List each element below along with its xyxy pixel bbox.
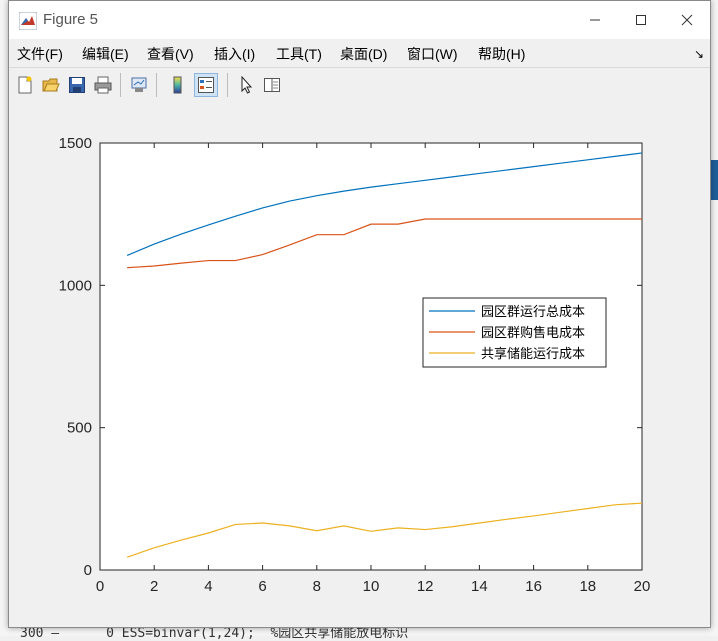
maximize-button[interactable] <box>618 1 664 39</box>
menu-desktop[interactable]: 桌面(D) <box>340 44 387 64</box>
save-icon <box>69 77 85 93</box>
menu-insert[interactable]: 插入(I) <box>214 44 255 64</box>
menu-tools[interactable]: 工具(T) <box>276 44 322 64</box>
new-figure-button[interactable] <box>13 73 37 97</box>
print-icon <box>94 76 112 94</box>
property-editor-icon <box>264 78 280 92</box>
y-tick-label: 1500 <box>59 135 92 152</box>
background-editor-strip <box>711 160 718 200</box>
y-tick-label: 500 <box>67 420 92 437</box>
toolbar-separator <box>227 73 228 97</box>
pointer-button[interactable] <box>234 73 258 97</box>
link-axes-icon <box>131 77 147 92</box>
save-button[interactable] <box>65 73 89 97</box>
x-tick-label: 10 <box>363 578 380 595</box>
x-tick-label: 14 <box>471 578 488 595</box>
legend-icon <box>198 77 214 93</box>
pointer-icon <box>241 76 253 94</box>
new-figure-icon <box>18 76 32 94</box>
x-tick-label: 12 <box>417 578 434 595</box>
menu-edit[interactable]: 编辑(E) <box>82 44 129 64</box>
close-icon <box>681 14 693 26</box>
toolbar-separator <box>156 73 157 97</box>
matlab-logo-icon <box>19 12 37 30</box>
y-tick-label: 0 <box>84 562 92 579</box>
toolbar <box>9 67 710 103</box>
figure-window: Figure 5 文件(F) 编辑(E) 查看(V) 插入(I) 工具(T) 桌… <box>8 0 711 628</box>
menu-view[interactable]: 查看(V) <box>147 44 194 64</box>
menu-help[interactable]: 帮助(H) <box>478 44 525 64</box>
legend-label: 园区群购售电成本 <box>481 325 585 341</box>
menu-bar: 文件(F) 编辑(E) 查看(V) 插入(I) 工具(T) 桌面(D) 窗口(W… <box>9 39 710 67</box>
dock-arrow-icon[interactable]: ↘ <box>694 47 704 61</box>
menu-file[interactable]: 文件(F) <box>17 44 63 64</box>
colorbar-button[interactable] <box>165 73 189 97</box>
menu-window[interactable]: 窗口(W) <box>407 44 458 64</box>
toolbar-separator <box>120 73 121 97</box>
x-tick-label: 20 <box>634 578 651 595</box>
x-tick-label: 18 <box>579 578 596 595</box>
close-button[interactable] <box>664 1 710 39</box>
x-tick-label: 8 <box>313 578 321 595</box>
maximize-icon <box>636 15 646 25</box>
open-file-icon <box>42 78 60 92</box>
colorbar-icon <box>173 76 182 94</box>
window-title: Figure 5 <box>43 11 99 28</box>
minimize-icon <box>590 19 600 21</box>
line-chart[interactable]: 0 2 4 6 8 10 12 14 16 18 20 0 500 1000 1500 园区群运行总成本园区群… <box>9 102 710 628</box>
figure-canvas: 0 2 4 6 8 10 12 14 16 18 20 0 500 1000 1500 园区群运行总成本 园区群… <box>9 102 710 627</box>
open-file-button[interactable] <box>39 73 63 97</box>
x-tick-label: 16 <box>525 578 542 595</box>
print-button[interactable] <box>91 73 115 97</box>
x-tick-label: 2 <box>150 578 158 595</box>
legend-label: 共享储能运行成本 <box>481 346 585 362</box>
x-tick-label: 6 <box>258 578 266 595</box>
legend-button[interactable] <box>194 73 218 97</box>
property-editor-button[interactable] <box>260 73 284 97</box>
y-tick-label: 1000 <box>59 277 92 294</box>
x-tick-label: 0 <box>96 578 104 595</box>
link-axes-button[interactable] <box>127 73 151 97</box>
legend-label: 园区群运行总成本 <box>481 305 585 320</box>
minimize-button[interactable] <box>572 1 618 39</box>
title-bar[interactable]: Figure 5 <box>9 1 710 39</box>
x-tick-label: 4 <box>204 578 212 595</box>
